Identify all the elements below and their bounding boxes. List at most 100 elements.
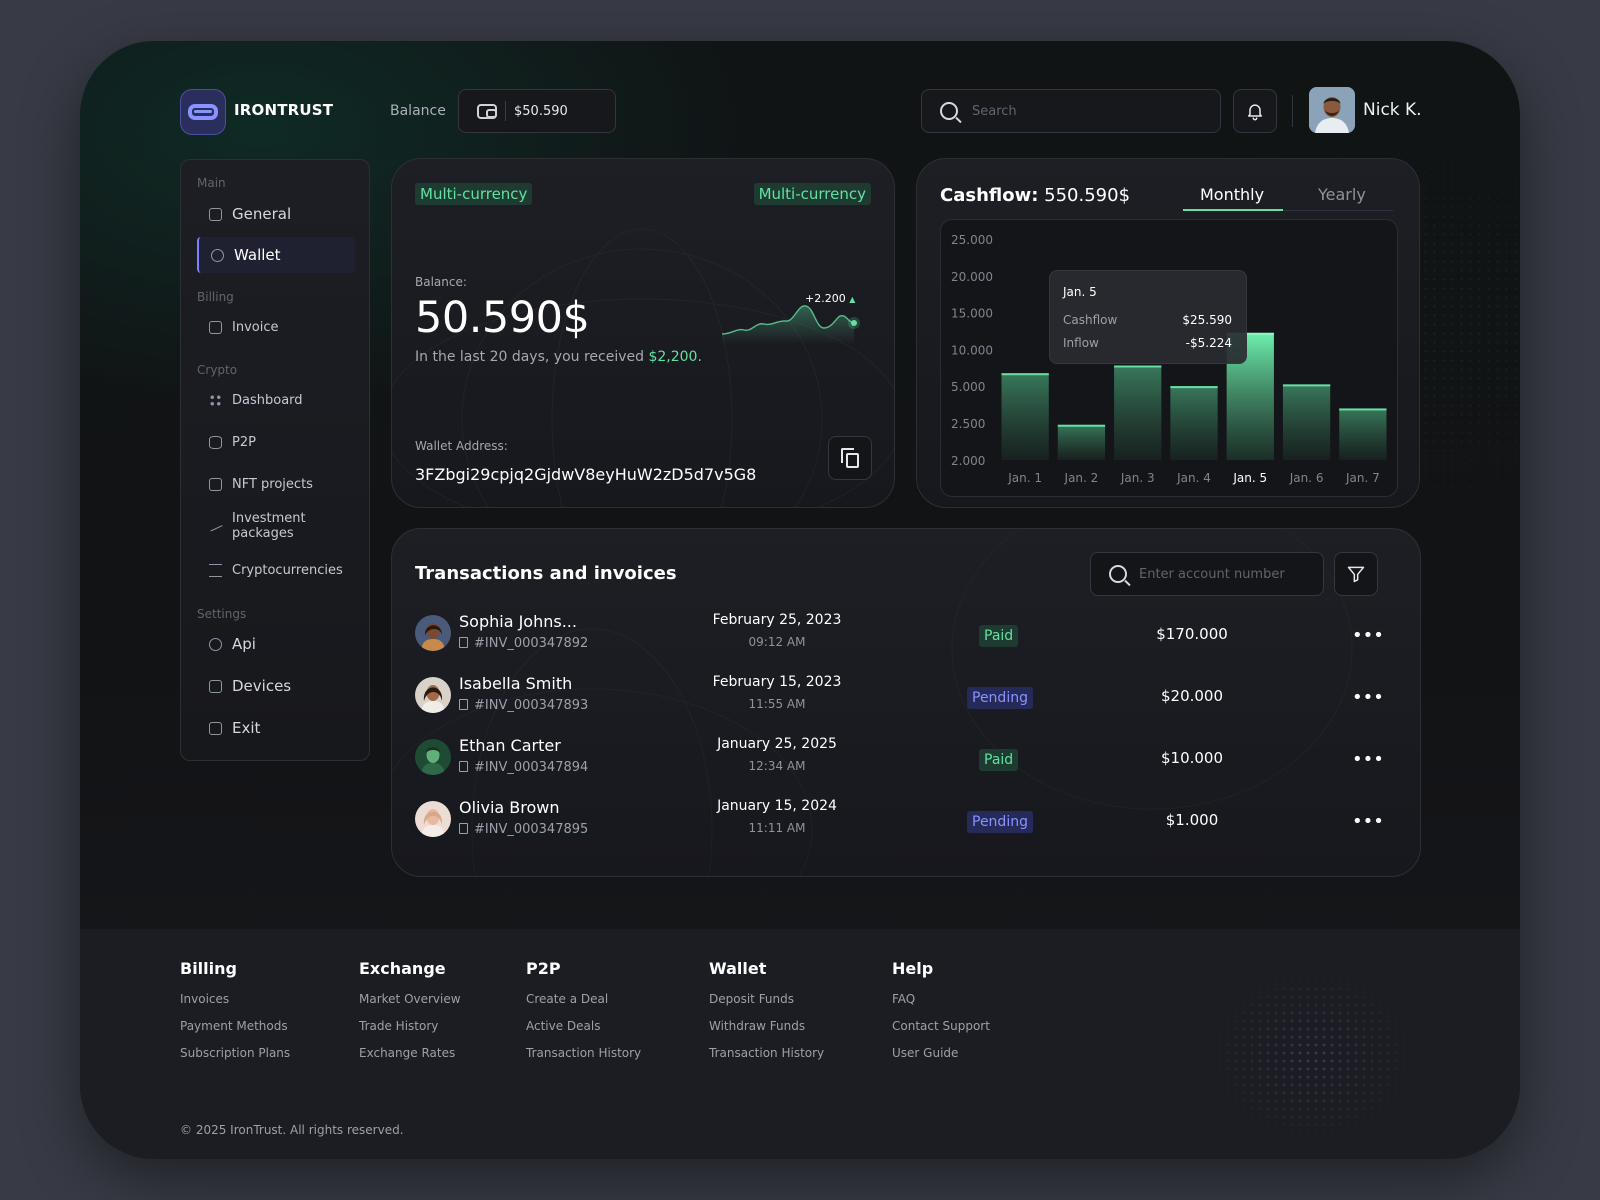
document-icon (459, 637, 468, 648)
more-horizontal-icon[interactable]: ••• (1352, 751, 1384, 769)
more-horizontal-icon[interactable]: ••• (1352, 813, 1384, 831)
footer-link[interactable]: Exchange Rates (359, 1046, 461, 1060)
footer-link[interactable]: User Guide (892, 1046, 990, 1060)
tab-yearly[interactable]: Yearly (1318, 185, 1366, 204)
transaction-amount: $1.000 (1165, 811, 1219, 829)
header-balance-box[interactable]: $50.590 (458, 89, 616, 133)
bar-jan-1[interactable] (1001, 373, 1049, 460)
document-icon (459, 699, 468, 710)
search-icon (1109, 565, 1127, 583)
footer-link[interactable]: Withdraw Funds (709, 1019, 824, 1033)
transaction-time: 12:34 AM (748, 759, 806, 773)
multi-currency-tag[interactable]: Multi-currency (753, 183, 871, 205)
app-window: IRONTRUST Balance $50.590 Search Nick K.… (80, 41, 1520, 1159)
footer-column-wallet: Wallet Deposit Funds Withdraw Funds Tran… (709, 959, 824, 1073)
y-tick-label: 10.000 (951, 343, 993, 357)
footer-link[interactable]: Contact Support (892, 1019, 990, 1033)
y-tick-label: 15.000 (951, 307, 993, 321)
copy-icon (840, 447, 859, 468)
footer-link[interactable]: Transaction History (709, 1046, 824, 1060)
footer-column-title: Billing (180, 959, 237, 978)
footer-link[interactable]: Trade History (359, 1019, 461, 1033)
invoice-number-text: #INV_000347892 (474, 636, 589, 651)
sidebar-item-devices[interactable]: Devices (197, 668, 355, 704)
tab-monthly[interactable]: Monthly (1200, 185, 1264, 204)
bar-jan-4[interactable] (1170, 386, 1218, 460)
more-horizontal-icon[interactable]: ••• (1352, 627, 1384, 645)
avatar (415, 801, 451, 837)
document-icon (459, 761, 468, 772)
footer-link[interactable]: Deposit Funds (709, 992, 824, 1006)
sidebar-section-crypto: Crypto (197, 363, 238, 377)
wallet-address-label: Wallet Address: (415, 439, 508, 453)
tooltip-value: -$5.224 (1185, 336, 1232, 350)
footer-link[interactable]: Active Deals (526, 1019, 641, 1033)
multi-currency-tag[interactable]: Multi-currency (415, 183, 533, 205)
footer-column-title: Help (892, 959, 934, 978)
transaction-date: February 25, 2023 (712, 612, 842, 628)
footer-link[interactable]: Create a Deal (526, 992, 641, 1006)
sidebar-item-api[interactable]: Api (197, 626, 355, 662)
divider (1292, 95, 1293, 127)
status-badge: Pending (967, 811, 1033, 833)
table-row[interactable]: Olivia Brown #INV_000347895 January 15, … (392, 797, 1420, 853)
bar-jan-3[interactable] (1114, 365, 1162, 460)
sidebar-item-p2p[interactable]: P2P (197, 424, 355, 460)
user-avatar[interactable] (1309, 87, 1355, 133)
customer-name[interactable]: Olivia Brown (459, 798, 560, 817)
sidebar-item-label: General (232, 205, 292, 223)
search-input[interactable]: Search (921, 89, 1221, 133)
brand-name: IRONTRUST (234, 101, 334, 119)
footer-link[interactable]: FAQ (892, 992, 990, 1006)
balance-note: In the last 20 days, you received $2,200… (415, 349, 702, 365)
logout-icon (209, 721, 222, 735)
filter-button[interactable] (1334, 552, 1378, 596)
account-search-input[interactable]: Enter account number (1090, 552, 1324, 596)
more-horizontal-icon[interactable]: ••• (1352, 689, 1384, 707)
table-row[interactable]: Ethan Carter #INV_000347894 January 25, … (392, 735, 1420, 791)
invoice-number: #INV_000347894 (459, 760, 588, 775)
customer-name[interactable]: Ethan Carter (459, 736, 561, 755)
sidebar-item-invoice[interactable]: Invoice (197, 309, 355, 345)
cashflow-card: Cashflow: 550.590$ Monthly Yearly 25.000… (916, 158, 1420, 508)
sidebar-item-label: Dashboard (232, 392, 303, 408)
sidebar-item-general[interactable]: General (197, 196, 355, 232)
sidebar-item-wallet[interactable]: Wallet (197, 237, 355, 273)
notifications-button[interactable] (1233, 89, 1277, 133)
customer-name[interactable]: Sophia Johns... (459, 612, 577, 631)
customer-name[interactable]: Isabella Smith (459, 674, 572, 693)
table-row[interactable]: Isabella Smith #INV_000347893 February 1… (392, 673, 1420, 729)
user-name[interactable]: Nick K. (1363, 100, 1422, 120)
header-balance-value: $50.590 (514, 103, 568, 119)
sidebar-item-label: Wallet (234, 246, 281, 264)
transaction-date: February 15, 2023 (712, 674, 842, 690)
brand-logo-icon[interactable] (180, 89, 226, 135)
cashflow-chart: 25.000 20.000 15.000 10.000 5.000 2.500 2.000 J… (940, 219, 1398, 497)
invoice-number: #INV_000347893 (459, 698, 588, 713)
footer-link[interactable]: Payment Methods (180, 1019, 290, 1033)
footer-link[interactable]: Invoices (180, 992, 290, 1006)
sidebar-item-nft-projects[interactable]: NFT projects (197, 466, 355, 502)
balance-note-text: In the last 20 days, you received (415, 349, 649, 365)
bar-jan-7[interactable] (1339, 408, 1387, 460)
wallet-address[interactable]: 3FZbgi29cpjq2GjdwV8eyHuW2zD5d7v5G8 (415, 465, 756, 484)
y-tick-label: 2.000 (951, 454, 985, 468)
invoice-number: #INV_000347895 (459, 822, 588, 837)
copy-address-button[interactable] (828, 436, 872, 480)
footer-link[interactable]: Market Overview (359, 992, 461, 1006)
transaction-amount: $170.000 (1156, 625, 1228, 643)
sidebar-item-dashboard[interactable]: Dashboard (197, 382, 355, 418)
cashflow-total: 550.590$ (1044, 185, 1131, 206)
footer-link[interactable]: Subscription Plans (180, 1046, 290, 1060)
table-row[interactable]: Sophia Johns... #INV_000347892 February … (392, 611, 1420, 667)
transaction-time: 11:11 AM (748, 821, 806, 835)
bar-jan-2[interactable] (1057, 424, 1106, 460)
sidebar-item-label: Invoice (232, 319, 279, 335)
footer-link[interactable]: Transaction History (526, 1046, 641, 1060)
sidebar-item-cryptocurrencies[interactable]: Cryptocurrencies (197, 552, 355, 588)
period-tabs: Monthly Yearly (1183, 179, 1393, 211)
bar-jan-6[interactable] (1282, 384, 1331, 460)
sidebar-item-exit[interactable]: Exit (197, 710, 355, 746)
search-icon (940, 102, 958, 120)
sidebar-item-investment-packages[interactable]: Investment packages (197, 504, 355, 548)
